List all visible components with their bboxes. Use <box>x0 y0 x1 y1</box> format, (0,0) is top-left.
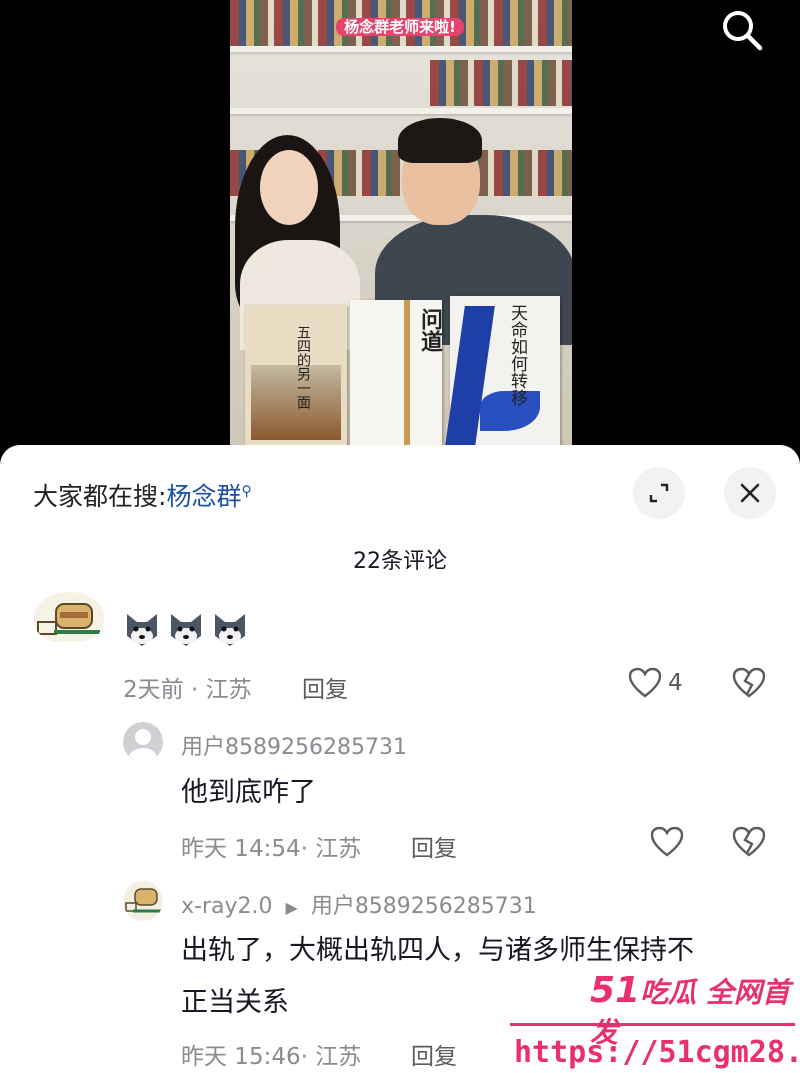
broken-heart-icon <box>732 667 766 698</box>
comment-text: 他到底咋了 <box>181 777 316 808</box>
book-title: 天命如何转移 <box>507 304 527 406</box>
comment-panel: 大家都在搜:杨念群⚲ 22条评论 2天前 · 江苏 回复 4 用户8589256… <box>0 445 800 1073</box>
reply-button[interactable]: 回复 <box>411 829 457 863</box>
book-title: 五四的另一面 <box>295 325 311 409</box>
book-title: 问道 <box>417 308 443 352</box>
bookshelf-row <box>430 60 572 106</box>
video-player[interactable]: 杨念群老师来啦! 五四的另一面 问道 天命如何转移 <box>0 0 800 450</box>
comment-meta: 2天前 · 江苏 <box>123 677 252 703</box>
avatar[interactable] <box>123 722 163 762</box>
reply-to-username[interactable]: 用户8589256285731 <box>311 894 537 919</box>
husky-emoji-icon <box>123 610 161 648</box>
like-button[interactable] <box>650 826 684 862</box>
shelf <box>230 108 572 114</box>
comment-username[interactable]: 用户8589256285731 <box>181 729 407 761</box>
comment-meta: 昨天 14:54· 江苏 <box>181 836 362 862</box>
comment-reply-header: x-ray2.0 ▶ 用户8589256285731 <box>181 888 537 920</box>
comment-username[interactable]: x-ray2.0 <box>181 894 273 919</box>
close-icon <box>740 483 760 503</box>
hot-search-bar: 大家都在搜:杨念群⚲ <box>33 477 252 513</box>
shelf <box>230 46 572 52</box>
hot-search-keyword[interactable]: 杨念群 <box>166 482 241 511</box>
reply-arrow-icon: ▶ <box>285 898 298 917</box>
close-button[interactable] <box>724 467 776 519</box>
hot-search-label: 大家都在搜: <box>33 482 167 511</box>
husky-emoji-icon <box>167 610 205 648</box>
avatar[interactable] <box>34 592 104 642</box>
video-banner: 杨念群老师来啦! <box>300 0 500 38</box>
book-cover-3: 天命如何转移 <box>445 296 560 450</box>
dislike-button[interactable] <box>732 667 766 703</box>
heart-icon <box>650 826 684 857</box>
woman-face <box>260 150 318 225</box>
watermark-number: 51 <box>590 970 641 1011</box>
book-cover-1: 五四的另一面 <box>245 305 347 450</box>
book-cover-2: 问道 <box>350 300 443 450</box>
comment-emojis <box>123 610 255 652</box>
search-icon: ⚲ <box>241 483 252 500</box>
broken-heart-icon <box>732 826 766 857</box>
search-icon[interactable] <box>720 8 764 52</box>
comment-count: 22条评论 <box>353 549 447 574</box>
like-count: 4 <box>668 670 683 696</box>
comment-meta: 昨天 15:46· 江苏 <box>181 1044 362 1070</box>
like-button[interactable] <box>628 667 662 703</box>
avatar[interactable] <box>123 881 163 921</box>
banner-text: 杨念群老师来啦! <box>336 18 464 36</box>
video-frame: 杨念群老师来啦! 五四的另一面 问道 天命如何转移 <box>230 0 572 450</box>
watermark-divider <box>510 1023 795 1026</box>
man-hair <box>398 118 482 163</box>
reply-button[interactable]: 回复 <box>411 1037 457 1071</box>
expand-button[interactable] <box>633 467 685 519</box>
dislike-button[interactable] <box>732 826 766 862</box>
expand-icon <box>649 483 669 503</box>
heart-icon <box>628 667 662 698</box>
husky-emoji-icon <box>211 610 249 648</box>
watermark-url: https://51cgm28.com <box>514 1035 800 1070</box>
reply-button[interactable]: 回复 <box>302 670 348 704</box>
